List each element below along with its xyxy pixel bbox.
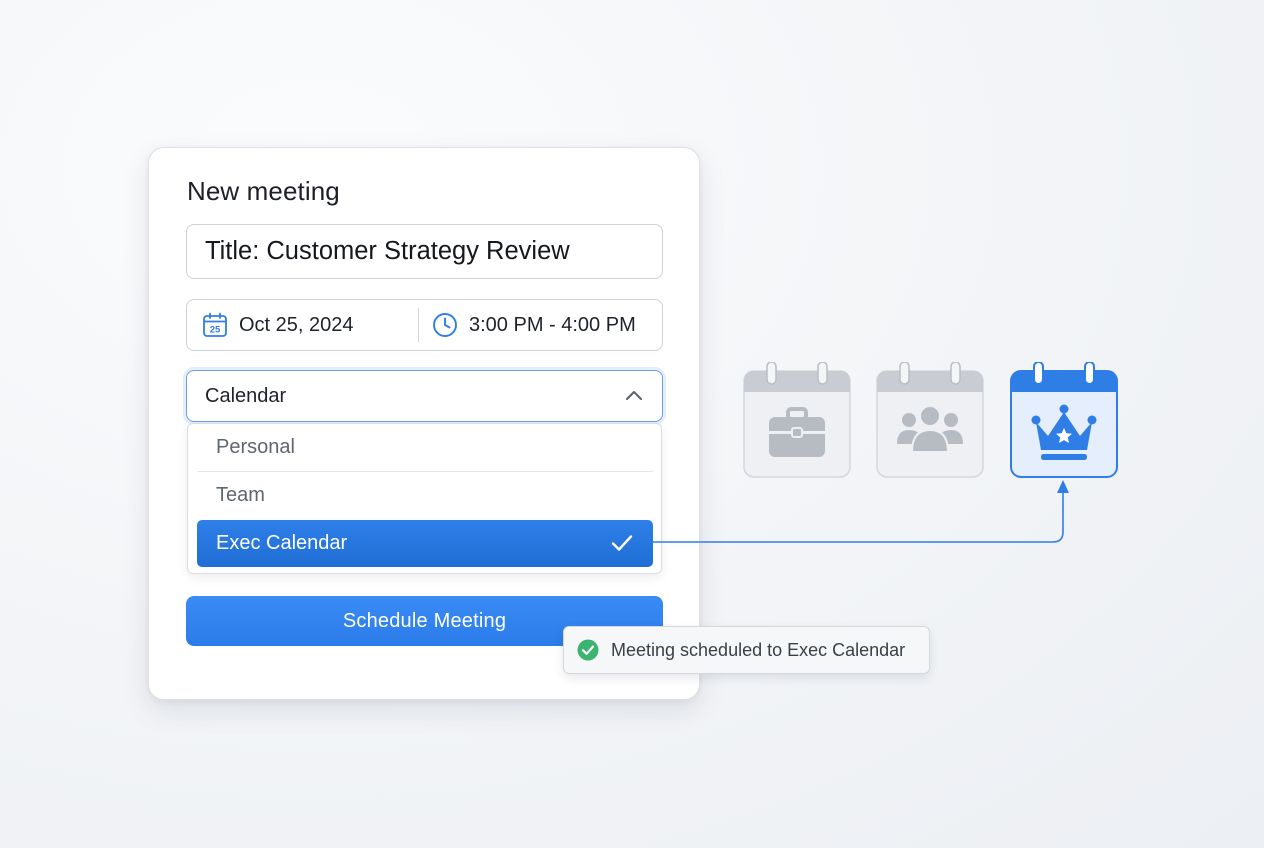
calendar-option-personal[interactable]: Personal bbox=[197, 424, 653, 471]
calendar-select[interactable]: Calendar bbox=[186, 370, 663, 422]
time-field[interactable]: 3:00 PM - 4:00 PM bbox=[419, 300, 636, 350]
check-circle-icon bbox=[577, 639, 599, 661]
dialog-heading: New meeting bbox=[187, 176, 340, 206]
date-field[interactable]: 25 Oct 25, 2024 bbox=[187, 300, 418, 350]
calendar-date-icon-day: 25 bbox=[210, 325, 221, 336]
calendar-date-icon: 25 bbox=[203, 312, 227, 337]
option-label: Exec Calendar bbox=[216, 532, 348, 554]
clock-icon bbox=[433, 313, 457, 337]
time-value: 3:00 PM - 4:00 PM bbox=[469, 313, 636, 336]
calendar-select-label: Calendar bbox=[205, 384, 287, 407]
option-label: Team bbox=[216, 484, 265, 506]
new-meeting-dialog: New meeting Title: Customer Strategy Rev… bbox=[148, 147, 700, 700]
people-calendar-icon[interactable] bbox=[876, 362, 984, 478]
calendar-option-team[interactable]: Team bbox=[197, 472, 653, 519]
calendar-dropdown-menu: Personal Team Exec Calendar bbox=[187, 423, 662, 574]
success-toast: Meeting scheduled to Exec Calendar bbox=[563, 626, 930, 674]
option-label: Personal bbox=[216, 436, 295, 458]
calendar-option-exec-calendar[interactable]: Exec Calendar bbox=[197, 520, 653, 567]
meeting-title-value: Title: Customer Strategy Review bbox=[205, 237, 570, 265]
chevron-up-icon bbox=[626, 391, 642, 400]
crown-calendar-icon[interactable] bbox=[1010, 362, 1118, 478]
toast-message: Meeting scheduled to Exec Calendar bbox=[611, 639, 906, 660]
briefcase-calendar-icon[interactable] bbox=[743, 362, 851, 478]
date-value: Oct 25, 2024 bbox=[239, 313, 354, 336]
checkmark-icon bbox=[611, 535, 633, 551]
meeting-title-input[interactable]: Title: Customer Strategy Review bbox=[186, 224, 663, 279]
date-time-row: 25 Oct 25, 2024 3:00 PM - 4:00 PM bbox=[186, 299, 663, 351]
